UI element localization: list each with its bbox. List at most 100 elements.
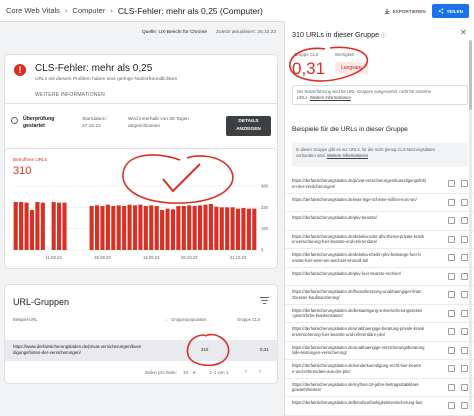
- share-button[interactable]: TEILEN: [431, 4, 469, 18]
- scrollbar-thumb[interactable]: [469, 40, 472, 110]
- url-list-item[interactable]: https://derfairsicherungsladen.de/was-le…: [285, 194, 474, 212]
- page-range: 1–1 von 1: [209, 370, 229, 375]
- chart-bar: [225, 207, 230, 250]
- inspect-url-icon[interactable]: [448, 254, 455, 261]
- url-list-item[interactable]: https://derfairsicherungsladen.de/mythos…: [285, 379, 474, 397]
- copy-url-icon[interactable]: [461, 309, 468, 317]
- url-line: https://derfairsicherungsladen.de/finanz…: [292, 289, 422, 294]
- url-list-item[interactable]: https://derfairsicherungsladen.de/pkv-be…: [285, 212, 474, 231]
- chart-bar: [132, 205, 138, 250]
- url-list-item[interactable]: https://derfairsicherungsladen.de/unabha…: [285, 323, 474, 342]
- copy-url-icon[interactable]: [461, 180, 468, 187]
- copy-url-icon[interactable]: [461, 217, 468, 224]
- chart-bar: [176, 206, 181, 250]
- error-icon: !: [14, 64, 26, 76]
- export-button[interactable]: EXPORTIEREN: [384, 8, 426, 14]
- rows-per-page-select[interactable]: 10: [183, 370, 188, 375]
- learn-more-link[interactable]: Weitere Informationen: [310, 95, 351, 100]
- panel-header: 310 URLs in dieser Gruppe ⓘ: [292, 30, 386, 39]
- data-source[interactable]: Quelle: UX-Bericht für Chrome: [142, 30, 207, 35]
- url-line: https://derfairsicherungsladen.de/pkv-be…: [292, 215, 377, 220]
- help-icon[interactable]: ⓘ: [381, 33, 386, 39]
- metric-value: 0,31: [292, 59, 326, 78]
- table-row[interactable]: https://www.derfairsicherungsladen.de/pr…: [5, 340, 277, 361]
- copy-url-icon[interactable]: [461, 291, 468, 298]
- inspect-url-icon[interactable]: [448, 365, 455, 372]
- url-list-item[interactable]: https://derfairsicherungsladen.de/finanz…: [285, 286, 474, 305]
- url-line: https://derfairsicherungsladen.de/debeka…: [292, 252, 421, 257]
- last-updated: Zuletzt aktualisiert: 25.10.23: [216, 29, 276, 35]
- table-pager: Zeilen pro Seite: 10 ▾ 1–1 von 1 ‹ ›: [5, 369, 277, 379]
- chart-bar: [235, 208, 241, 250]
- inspect-url-icon[interactable]: [448, 383, 455, 391]
- inspect-url-icon[interactable]: [448, 346, 455, 354]
- inspect-url-icon[interactable]: [448, 402, 455, 409]
- issue-description: URLs mit diesem Problem haben eine gerin…: [35, 77, 177, 82]
- copy-url-icon[interactable]: [461, 365, 468, 372]
- url-list-item[interactable]: https://derfairsicherungsladen.de/sonder…: [285, 360, 474, 379]
- url-line: digungsfristen-der-versicherungen/: [13, 350, 81, 355]
- breadcrumb-mid[interactable]: Computer: [72, 6, 105, 15]
- inspect-url-icon[interactable]: [448, 309, 455, 317]
- status-line: Überprüfung: [23, 116, 55, 122]
- main-content: Quelle: UX-Bericht für Chrome Zuletzt ak…: [0, 22, 284, 416]
- dropdown-icon[interactable]: ▾: [193, 370, 195, 376]
- copy-url-icon[interactable]: [461, 254, 468, 261]
- learn-more-link[interactable]: Weitere Informationen: [327, 153, 368, 158]
- chart-bar: [13, 202, 18, 250]
- details-button[interactable]: DETAILS ANZEIGEN: [226, 116, 271, 136]
- chart-bar: [187, 205, 192, 250]
- y-tick-label: 320: [261, 205, 269, 210]
- next-page-icon[interactable]: ›: [259, 369, 261, 375]
- url-list-item[interactable]: https://derfairsicherungsladen.de/pkv-fu…: [285, 268, 474, 286]
- chart-bar: [51, 202, 56, 250]
- url-line: https://derfairsicherungsladen.de/privat…: [292, 178, 426, 183]
- breadcrumb-root[interactable]: Core Web Vitals: [6, 6, 60, 15]
- url-list-item[interactable]: https://derfairsicherungsladen.de/privat…: [285, 175, 474, 194]
- inspect-url-icon[interactable]: [448, 180, 455, 187]
- panel-title: 310 URLs in dieser Gruppe: [292, 30, 380, 39]
- start-label: Startdatum:: [82, 117, 107, 122]
- validation-note: Wird innerhalb von 28 Tagen abgeschlosse…: [128, 116, 218, 130]
- url-list-item[interactable]: https://derfairsicherungsladen.de/unabha…: [285, 342, 474, 360]
- prev-page-icon[interactable]: ‹: [245, 369, 247, 375]
- example-url-text: https://derfairsicherungsladen.de/berufs…: [292, 400, 442, 406]
- chart-bar: [214, 206, 219, 250]
- url-list-item[interactable]: https://derfairsicherungsladen.de/debeka…: [285, 249, 474, 268]
- chart-bar: [160, 210, 165, 250]
- inspect-url-icon[interactable]: [448, 198, 455, 206]
- copy-url-icon[interactable]: [461, 383, 468, 391]
- chart-card: Betroffene URLs 310 480 320 160 0 11.08.23 29…: [4, 148, 278, 269]
- x-tick-label: 21.10.23: [230, 255, 247, 260]
- example-url-text: https://derfairsicherungsladen.de/unabha…: [292, 345, 442, 356]
- inspect-url-icon[interactable]: [448, 328, 455, 335]
- col-cls[interactable]: Gruppe CLS: [237, 317, 260, 322]
- chart-bar: [116, 205, 121, 250]
- table-header: Beispiel-URL ↓ Gruppenpopulation Gruppe …: [5, 315, 277, 325]
- more-info-link[interactable]: WEITERE INFORMATIONEN: [35, 92, 105, 98]
- copy-url-icon[interactable]: [461, 402, 468, 409]
- chart-bar: [165, 208, 170, 250]
- copy-url-icon[interactable]: [461, 328, 468, 335]
- copy-url-icon[interactable]: [461, 235, 468, 243]
- chart-bar: [94, 205, 100, 250]
- col-population[interactable]: Gruppenpopulation: [171, 317, 207, 322]
- chart-bar: [100, 206, 105, 250]
- example-url-text: https://derfairsicherungsladen.de/privat…: [292, 178, 442, 189]
- filter-icon[interactable]: [260, 297, 269, 304]
- url-list-item[interactable]: https://derfairsicherungsladen.de/bestae…: [285, 305, 474, 323]
- start-date: Startdatum: 27.10.23: [82, 116, 107, 130]
- copy-url-icon[interactable]: [461, 346, 468, 354]
- sort-down-icon[interactable]: ↓: [165, 317, 167, 322]
- inspect-url-icon[interactable]: [448, 291, 455, 298]
- url-line: https://derfairsicherungsladen.de/berufs…: [292, 400, 423, 405]
- close-icon[interactable]: ✕: [460, 28, 467, 37]
- copy-url-icon[interactable]: [461, 198, 468, 206]
- url-list-item[interactable]: https://derfairsicherungsladen.de/berufs…: [285, 397, 474, 416]
- copy-url-icon[interactable]: [461, 272, 468, 280]
- url-list-item[interactable]: https://derfairsicherungsladen.de/debeka…: [285, 231, 474, 249]
- inspect-url-icon[interactable]: [448, 272, 455, 280]
- url-line: https://derfairsicherungsladen.de/unabha…: [292, 326, 424, 331]
- inspect-url-icon[interactable]: [448, 217, 455, 224]
- inspect-url-icon[interactable]: [448, 235, 455, 243]
